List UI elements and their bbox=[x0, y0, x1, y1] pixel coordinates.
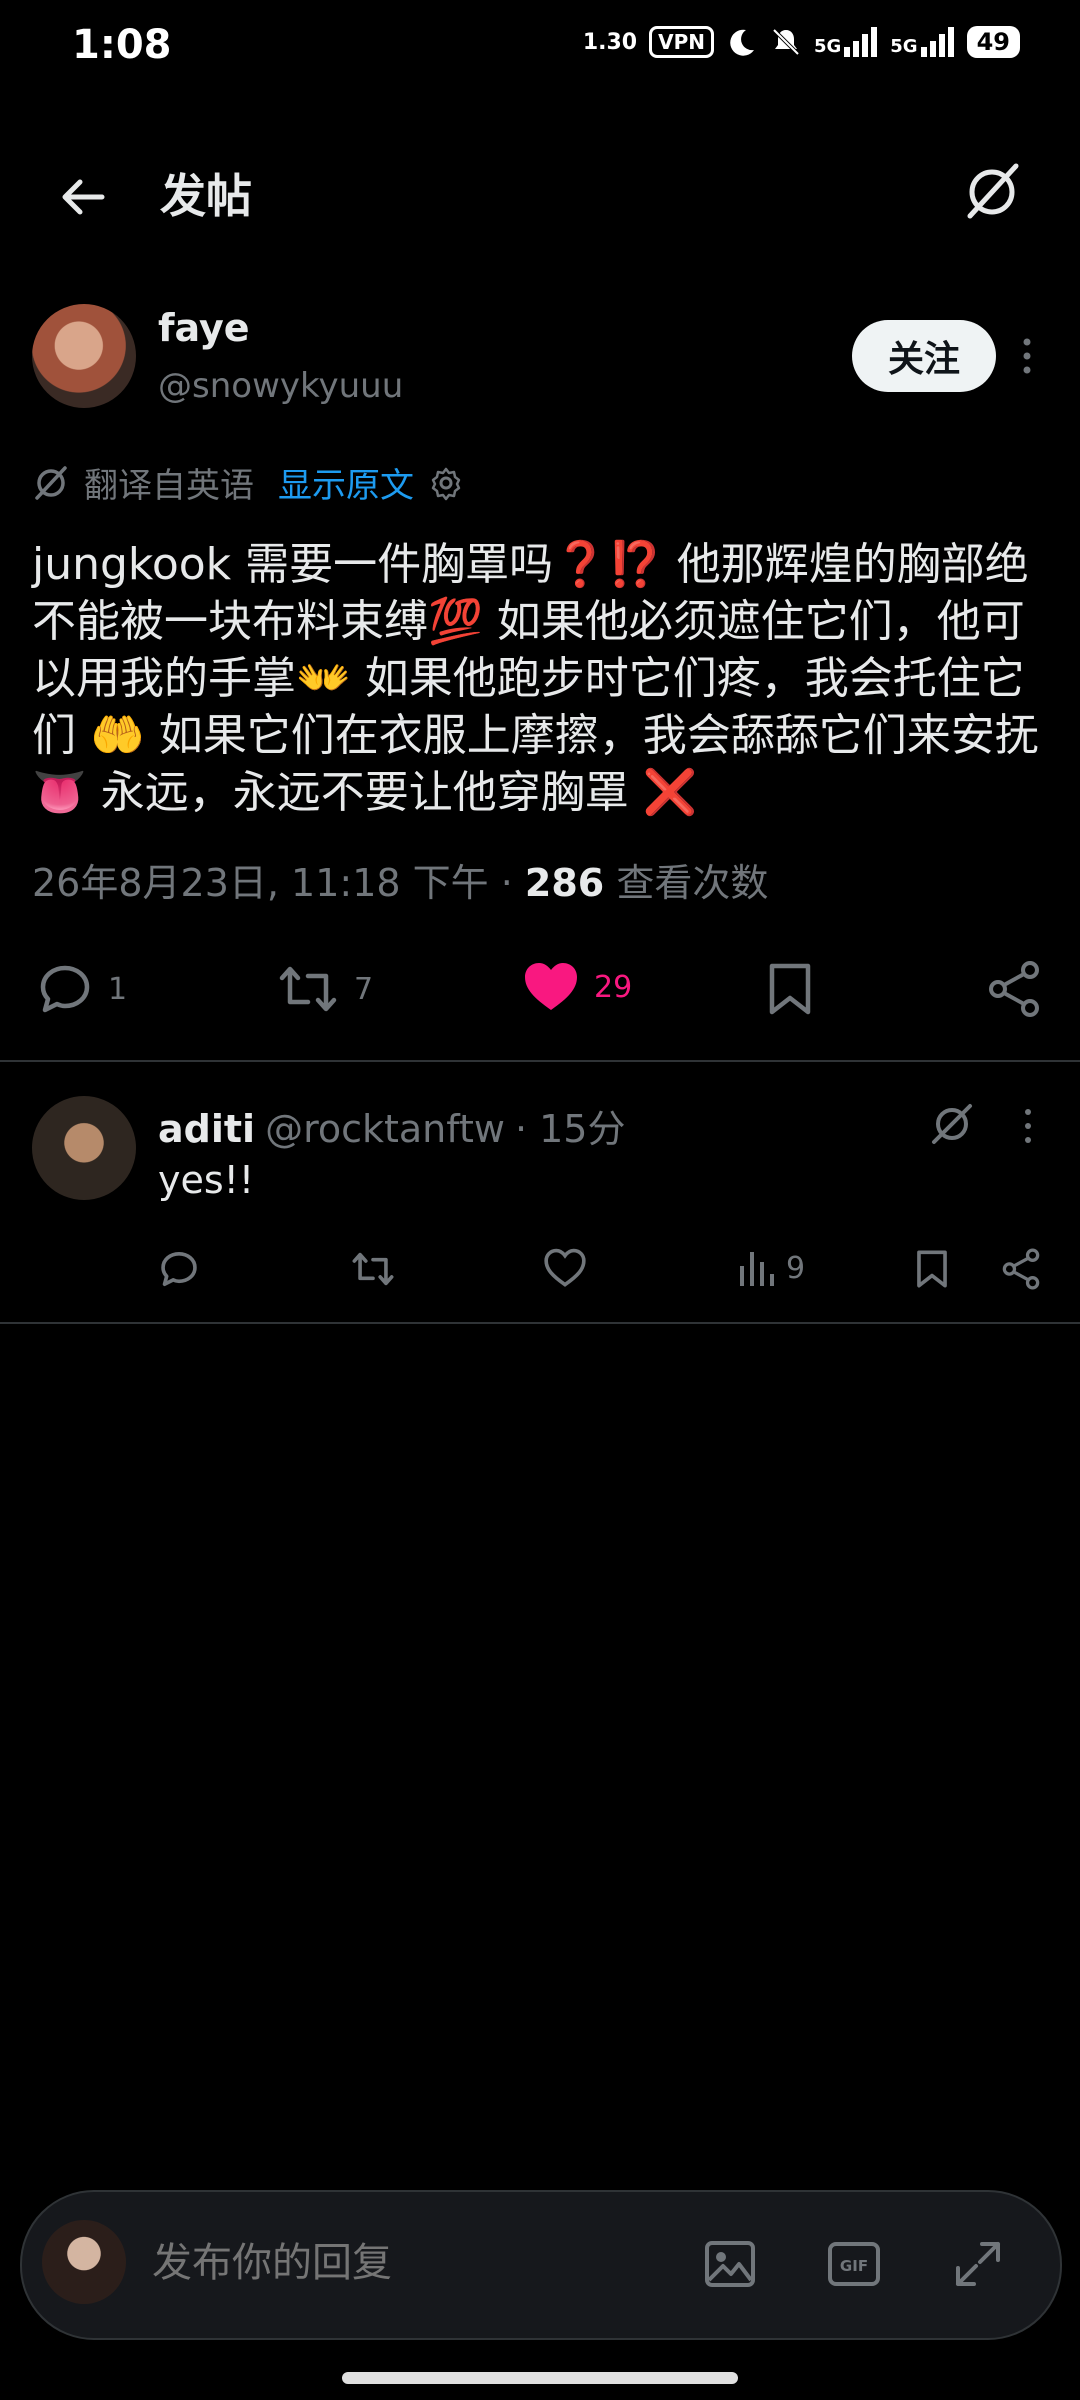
reply-icon bbox=[36, 960, 94, 1018]
composer-avatar bbox=[42, 2220, 126, 2304]
reply-count: 1 bbox=[108, 971, 128, 1007]
page-title: 发帖 bbox=[160, 169, 252, 223]
battery-icon: 49 bbox=[966, 26, 1020, 58]
like-count: 29 bbox=[594, 969, 633, 1005]
share-action[interactable] bbox=[986, 960, 1042, 1018]
mute-bell-icon bbox=[770, 26, 802, 58]
settings-gear-icon[interactable] bbox=[428, 465, 464, 501]
translate-icon bbox=[32, 464, 70, 502]
heart-filled-icon bbox=[522, 960, 580, 1014]
divider bbox=[0, 1060, 1080, 1062]
share-icon bbox=[1000, 1248, 1042, 1290]
reply-author-name[interactable]: aditi bbox=[158, 1107, 255, 1151]
author-handle[interactable]: @snowykyuuu bbox=[158, 366, 403, 406]
gesture-home-bar[interactable] bbox=[342, 2372, 738, 2384]
reply-input[interactable] bbox=[150, 2232, 674, 2294]
reply-icon bbox=[158, 1248, 200, 1290]
reply-like-action[interactable] bbox=[544, 1248, 586, 1288]
post-timestamp: 26年8月23日, 11:18 下午 bbox=[32, 861, 489, 905]
bookmark-icon bbox=[914, 1248, 950, 1290]
post-text: jungkook 需要一件胸罩吗❓⁉️ 他那辉煌的胸部绝不能被一块布料束缚💯 如… bbox=[32, 539, 1039, 818]
moon-icon bbox=[726, 26, 758, 58]
signal-1-icon: 5G bbox=[814, 27, 878, 57]
network-type-2: 5G bbox=[890, 36, 918, 57]
more-options-icon[interactable] bbox=[1012, 336, 1042, 376]
follow-button[interactable]: 关注 bbox=[852, 320, 996, 392]
reply-action-bar: 9 bbox=[0, 1248, 1080, 1308]
svg-text:GIF: GIF bbox=[840, 2257, 868, 2275]
reply-views-count: 9 bbox=[786, 1250, 806, 1286]
reply-views-action[interactable]: 9 bbox=[738, 1248, 805, 1288]
retweet-count: 7 bbox=[354, 971, 374, 1007]
vpn-icon: VPN bbox=[649, 26, 714, 58]
reply-text: yes!! bbox=[158, 1158, 255, 1202]
author-avatar[interactable] bbox=[32, 304, 136, 408]
views-chart-icon bbox=[738, 1248, 776, 1288]
translation-bar: 翻译自英语 显示原文 bbox=[32, 458, 464, 507]
reply-time: · 15分 bbox=[514, 1107, 626, 1151]
heart-outline-icon bbox=[544, 1248, 586, 1288]
reply-author-handle[interactable]: @rocktanftw bbox=[265, 1107, 505, 1151]
reply-grok-icon[interactable] bbox=[928, 1100, 976, 1148]
gif-icon[interactable]: GIF bbox=[826, 2236, 882, 2292]
author-name[interactable]: faye bbox=[158, 306, 250, 350]
reply-bookmark-action[interactable] bbox=[914, 1248, 950, 1290]
network-speed: 1.30 bbox=[582, 29, 638, 55]
reply-composer: GIF bbox=[20, 2190, 1062, 2340]
status-bar: 1:08 1.30 VPN 5G 5G 49 bbox=[0, 0, 1080, 100]
expand-icon[interactable] bbox=[950, 2236, 1006, 2292]
bookmark-action[interactable] bbox=[766, 960, 814, 1018]
views-label[interactable]: 查看次数 bbox=[616, 861, 768, 905]
network-type-1: 5G bbox=[813, 36, 842, 57]
reply-share-action[interactable] bbox=[1000, 1248, 1042, 1290]
meta-dot: · bbox=[500, 861, 513, 905]
translated-from-label: 翻译自英语 bbox=[84, 466, 254, 506]
reply-reply-action[interactable] bbox=[158, 1248, 200, 1290]
divider bbox=[0, 1322, 1080, 1324]
reply-more-options-icon[interactable] bbox=[1018, 1106, 1038, 1146]
retweet-icon bbox=[350, 1248, 396, 1290]
status-icons: 1.30 VPN 5G 5G 49 bbox=[583, 26, 1020, 58]
reply-header: aditi @rocktanftw · 15分 bbox=[158, 1098, 625, 1153]
image-icon[interactable] bbox=[702, 2236, 758, 2292]
reply-action[interactable]: 1 bbox=[36, 960, 127, 1018]
retweet-icon bbox=[276, 960, 340, 1018]
reply-avatar[interactable] bbox=[32, 1096, 136, 1200]
share-icon bbox=[986, 960, 1042, 1018]
top-app-bar: 发帖 bbox=[0, 130, 1080, 250]
post-action-bar: 1 7 29 bbox=[0, 950, 1080, 1030]
back-arrow-icon[interactable] bbox=[58, 172, 108, 222]
grok-icon[interactable] bbox=[960, 160, 1024, 224]
signal-2-icon: 5G bbox=[890, 27, 954, 57]
retweet-action[interactable]: 7 bbox=[276, 960, 373, 1018]
show-original-link[interactable]: 显示原文 bbox=[278, 458, 414, 507]
views-count: 286 bbox=[524, 861, 605, 905]
bookmark-icon bbox=[766, 960, 814, 1018]
reply-retweet-action[interactable] bbox=[350, 1248, 396, 1290]
status-time: 1:08 bbox=[72, 22, 172, 68]
post-meta: 26年8月23日, 11:18 下午 · 286 查看次数 bbox=[32, 852, 768, 907]
like-action[interactable]: 29 bbox=[522, 960, 632, 1014]
